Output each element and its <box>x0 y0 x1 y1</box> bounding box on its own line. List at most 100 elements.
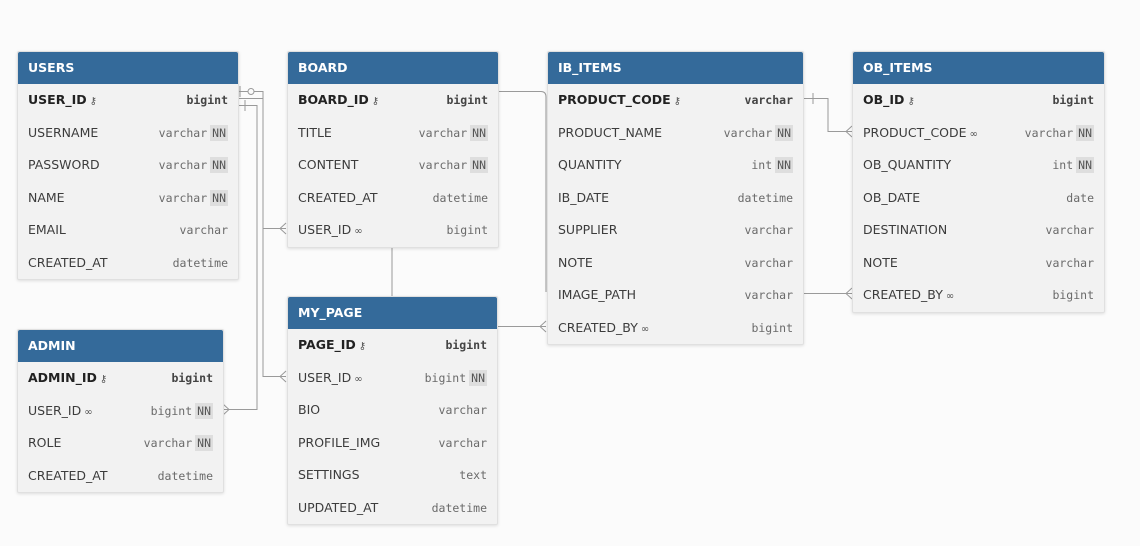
column-name-text: PAGE_ID <box>298 337 356 352</box>
column-type: varchar <box>1046 247 1094 280</box>
column-row[interactable]: CREATED_AT datetime <box>18 247 238 280</box>
column-row[interactable]: BOARD_ID ⚷ bigint <box>288 84 498 117</box>
column-row[interactable]: USERNAME varchar NN <box>18 117 238 150</box>
column-type: bigint <box>751 312 793 345</box>
column-row[interactable]: CREATED_BY ∞ bigint <box>853 279 1104 312</box>
column-name: UPDATED_AT <box>298 492 378 525</box>
column-type-text: int <box>751 158 773 172</box>
column-name-text: IB_DATE <box>558 189 610 205</box>
column-name-text: SETTINGS <box>298 467 360 482</box>
column-type-text: bigint <box>1052 288 1094 302</box>
column-type-text: datetime <box>431 500 487 515</box>
column-row[interactable]: NAME varchar NN <box>18 182 238 215</box>
column-name-text: CREATED_BY <box>863 287 943 302</box>
column-type: datetime <box>738 182 793 215</box>
column-name-text: PROFILE_IMG <box>298 434 381 450</box>
column-name: CONTENT <box>298 149 358 182</box>
column-type: datetime <box>433 182 488 215</box>
column-type-text: bigint <box>424 370 467 385</box>
column-type: varchar <box>745 279 793 312</box>
column-type: datetime <box>432 492 487 525</box>
column-row[interactable]: NOTE varchar <box>548 247 803 280</box>
table-board[interactable]: BOARD BOARD_ID ⚷ bigint TITLE varchar NN CONTE… <box>287 51 499 248</box>
column-type-text: bigint <box>446 223 488 237</box>
column-type: date <box>1066 182 1094 215</box>
column-type: varchar NN <box>144 427 213 460</box>
column-row[interactable]: OB_QUANTITY int NN <box>853 149 1104 182</box>
column-row[interactable]: ROLE varchar NN <box>18 427 223 460</box>
column-row[interactable]: ADMIN_ID ⚷ bigint <box>18 362 223 395</box>
column-row[interactable]: EMAIL varchar <box>18 214 238 247</box>
column-row[interactable]: UPDATED_AT datetime <box>288 492 497 525</box>
column-row[interactable]: IB_DATE datetime <box>548 182 803 215</box>
column-row[interactable]: OB_DATE date <box>853 182 1104 215</box>
column-row[interactable]: CREATED_AT datetime <box>18 460 223 493</box>
column-type-text: varchar <box>1045 223 1094 237</box>
table-my-page[interactable]: MY_PAGE PAGE_ID ⚷ bigint USER_ID ∞ bigint NN BI… <box>287 296 498 525</box>
column-name-text: USER_ID <box>28 92 87 107</box>
column-row[interactable]: PROFILE_IMG varchar <box>288 427 497 460</box>
not-null-badge: NN <box>469 369 487 386</box>
column-type: varchar <box>1046 214 1094 247</box>
column-name-text: DESTINATION <box>863 222 948 237</box>
column-type: int NN <box>751 149 793 182</box>
table-header: USERS <box>18 52 238 84</box>
column-name-text: USER_ID <box>298 222 352 237</box>
column-row[interactable]: USER_ID ∞ bigint NN <box>18 395 223 428</box>
column-name: USER_ID ⚷ <box>28 84 97 119</box>
key-icon: ⚷ <box>89 96 97 107</box>
column-row[interactable]: CONTENT varchar NN <box>288 149 498 182</box>
column-type: varchar NN <box>159 149 228 182</box>
column-name: OB_DATE <box>863 182 920 215</box>
column-row[interactable]: PAGE_ID ⚷ bigint <box>288 329 497 362</box>
column-row[interactable]: DESTINATION varchar <box>853 214 1104 247</box>
table-users[interactable]: USERS USER_ID ⚷ bigint USERNAME varchar NN PAS… <box>17 51 239 280</box>
not-null-badge: NN <box>775 157 793 173</box>
column-name: QUANTITY <box>558 149 621 182</box>
column-row[interactable]: PASSWORD varchar NN <box>18 149 238 182</box>
column-row[interactable]: IMAGE_PATH varchar <box>548 279 803 312</box>
column-row[interactable]: QUANTITY int NN <box>548 149 803 182</box>
column-type: bigint <box>186 84 228 117</box>
column-row[interactable]: CREATED_BY ∞ bigint <box>548 312 803 345</box>
column-name-text: IMAGE_PATH <box>558 287 636 302</box>
column-type-text: varchar <box>744 288 793 302</box>
column-row[interactable]: TITLE varchar NN <box>288 117 498 150</box>
table-ib-items[interactable]: IB_ITEMS PRODUCT_CODE ⚷ varchar PRODUCT_NAM… <box>547 51 804 345</box>
column-name-text: PRODUCT_CODE <box>558 92 671 107</box>
column-name-text: TITLE <box>298 124 332 140</box>
column-row[interactable]: USER_ID ∞ bigint NN <box>288 362 497 395</box>
column-type-text: varchar <box>438 403 487 417</box>
column-row[interactable]: BIO varchar <box>288 394 497 427</box>
column-row[interactable]: USER_ID ⚷ bigint <box>18 84 238 117</box>
column-name: DESTINATION <box>863 214 947 247</box>
not-null-badge: NN <box>470 124 488 141</box>
key-icon: ⚷ <box>673 96 681 107</box>
relation-board-ibitems <box>497 91 547 292</box>
table-ob-items[interactable]: OB_ITEMS OB_ID ⚷ bigint PRODUCT_CODE ∞ varcha… <box>852 51 1105 313</box>
column-row[interactable]: CREATED_AT datetime <box>288 182 498 215</box>
not-null-badge: NN <box>210 124 228 141</box>
column-type-text: varchar <box>1024 125 1074 140</box>
column-type: text <box>459 459 487 492</box>
column-type: bigint NN <box>151 395 213 428</box>
column-name: USER_ID ∞ <box>298 362 363 397</box>
column-row[interactable]: SETTINGS text <box>288 459 497 492</box>
table-admin[interactable]: ADMIN ADMIN_ID ⚷ bigint USER_ID ∞ bigint NN ROL… <box>17 329 224 493</box>
column-type-text: varchar <box>158 125 208 140</box>
column-name: CREATED_AT <box>28 460 108 493</box>
column-name-text: CREATED_AT <box>28 254 108 270</box>
column-row[interactable]: PRODUCT_CODE ∞ varchar NN <box>853 117 1104 150</box>
column-row[interactable]: PRODUCT_CODE ⚷ varchar <box>548 84 803 117</box>
column-row[interactable]: OB_ID ⚷ bigint <box>853 84 1104 117</box>
column-row[interactable]: NOTE varchar <box>853 247 1104 280</box>
column-name: ROLE <box>28 427 61 460</box>
optional-marker <box>247 88 255 95</box>
column-name: SUPPLIER <box>558 214 617 247</box>
column-row[interactable]: PRODUCT_NAME varchar NN <box>548 117 803 150</box>
column-row[interactable]: SUPPLIER varchar <box>548 214 803 247</box>
key-icon: ⚷ <box>99 374 108 385</box>
column-type: varchar <box>180 214 228 247</box>
link-icon: ∞ <box>969 128 978 140</box>
column-row[interactable]: USER_ID ∞ bigint <box>288 214 498 247</box>
